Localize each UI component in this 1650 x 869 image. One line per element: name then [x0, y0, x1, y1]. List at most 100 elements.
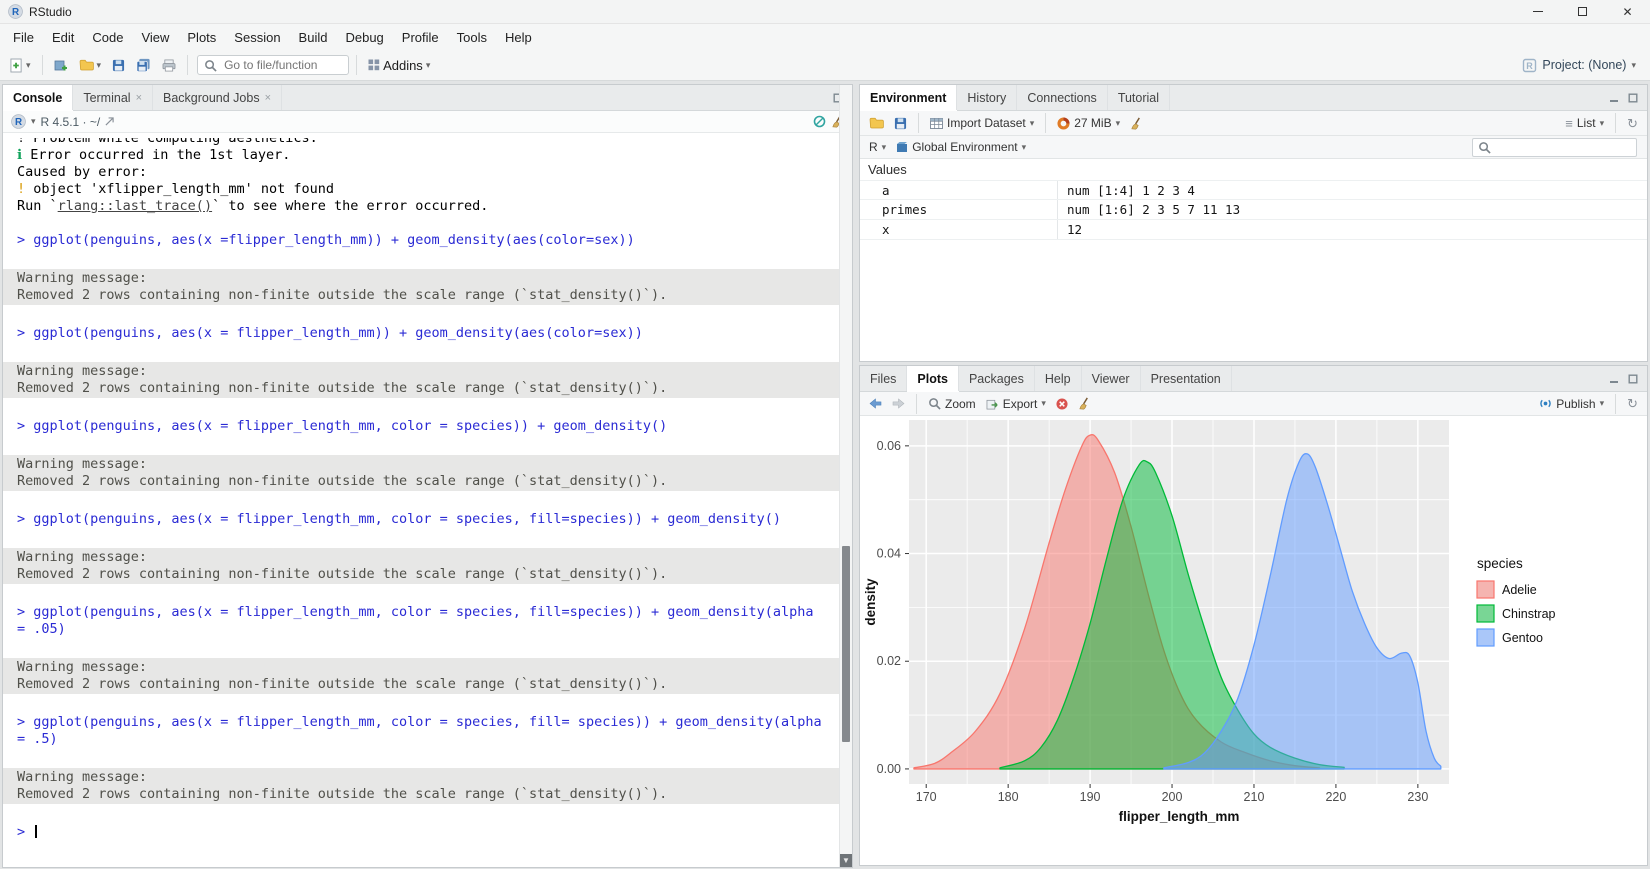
clear-plots-button[interactable] [1075, 395, 1094, 412]
environment-search-input[interactable] [1495, 139, 1625, 155]
plots-tab-plots[interactable]: Plots [907, 366, 959, 391]
minimize-pane-icon[interactable] [1609, 374, 1619, 384]
next-plot-button[interactable] [889, 396, 908, 411]
zoom-plot-button[interactable]: Zoom [925, 395, 979, 413]
list-view-button[interactable]: ≡ List ▾ [1562, 114, 1607, 132]
addins-label: Addins [383, 58, 423, 73]
tab-close-icon[interactable]: × [136, 92, 142, 104]
tab-close-icon[interactable]: × [265, 92, 271, 104]
console-tab-background-jobs[interactable]: Background Jobs × [153, 85, 282, 110]
goto-file-input[interactable] [222, 57, 340, 73]
y-tick-label: 0.02 [877, 654, 901, 668]
menu-help[interactable]: Help [496, 26, 541, 49]
refresh-environment-button[interactable]: ↻ [1624, 115, 1641, 132]
minimize-button[interactable] [1515, 0, 1560, 23]
console-warning-block: Warning message:Removed 2 rows containin… [3, 269, 852, 305]
x-tick-label: 200 [1162, 790, 1183, 804]
scrollbar-thumb[interactable] [842, 546, 850, 742]
caret-down-icon[interactable]: ▾ [31, 117, 36, 126]
error-bang-icon: ! [17, 181, 25, 197]
save-all-button[interactable] [132, 55, 155, 75]
plots-tab-packages[interactable]: Packages [959, 366, 1035, 391]
import-dataset-button[interactable]: Import Dataset ▾ [927, 114, 1037, 132]
plots-tab-presentation[interactable]: Presentation [1141, 366, 1232, 391]
console-command: > ggplot(penguins, aes(x = flipper_lengt… [3, 714, 852, 748]
print-button[interactable] [158, 56, 180, 75]
plots-tab-files[interactable]: Files [860, 366, 907, 391]
legend-label-chinstrap: Chinstrap [1502, 607, 1556, 621]
tab-label: Background Jobs [163, 91, 260, 105]
plots-tab-viewer[interactable]: Viewer [1082, 366, 1141, 391]
menu-tools[interactable]: Tools [448, 26, 496, 49]
menu-build[interactable]: Build [290, 26, 337, 49]
close-button[interactable]: ✕ [1605, 0, 1650, 23]
env-variable-list: anum [1:4] 1 2 3 4primesnum [1:6] 2 3 5 … [860, 180, 1647, 240]
environment-tab-history[interactable]: History [957, 85, 1017, 110]
environment-tab-environment[interactable]: Environment [860, 85, 957, 110]
console-tabbar: ConsoleTerminal× Background Jobs × [3, 85, 852, 111]
minimize-pane-icon[interactable] [1609, 93, 1619, 103]
memory-usage-label: 27 MiB [1074, 116, 1111, 130]
publish-button[interactable]: Publish ▾ [1536, 395, 1607, 413]
console-warning-line: Warning message: [17, 363, 827, 380]
export-plot-button[interactable]: Export ▾ [983, 395, 1049, 413]
environment-tab-tutorial[interactable]: Tutorial [1108, 85, 1170, 110]
console-scrollbar[interactable]: ▼ [839, 85, 852, 867]
memory-donut-icon [1057, 117, 1070, 130]
console-warning-block: Warning message:Removed 2 rows containin… [3, 455, 852, 491]
menu-file[interactable]: File [4, 26, 43, 49]
menu-session[interactable]: Session [225, 26, 289, 49]
console-warning-line: Removed 2 rows containing non-finite out… [17, 380, 827, 397]
plots-tabbar: Files PlotsPackagesHelpViewerPresentation [860, 366, 1647, 392]
session-suspend-icon[interactable] [813, 115, 826, 128]
menu-view[interactable]: View [132, 26, 178, 49]
clear-environment-button[interactable] [1127, 115, 1146, 132]
tab-label: Files [870, 372, 896, 386]
refresh-plot-button[interactable]: ↻ [1624, 395, 1641, 412]
new-file-button[interactable]: ▾ [6, 55, 35, 76]
variable-name: a [860, 181, 1058, 199]
menu-edit[interactable]: Edit [43, 26, 83, 49]
console-blank-line [3, 308, 852, 325]
open-file-button[interactable]: ▾ [75, 56, 106, 74]
environment-tab-connections[interactable]: Connections [1017, 85, 1108, 110]
variable-name: x [860, 220, 1058, 239]
console-tab-console[interactable]: Console [3, 85, 73, 110]
environment-search-box[interactable] [1472, 138, 1637, 157]
maximize-pane-icon[interactable] [1628, 374, 1638, 384]
menu-profile[interactable]: Profile [393, 26, 448, 49]
tab-label: Environment [870, 91, 946, 105]
console-tab-terminal[interactable]: Terminal× [73, 85, 153, 110]
caret-down-icon: ▾ [1600, 399, 1605, 408]
scroll-down-button[interactable]: ▼ [840, 854, 852, 867]
publish-label: Publish [1556, 397, 1595, 411]
menu-plots[interactable]: Plots [178, 26, 225, 49]
open-in-new-icon[interactable] [105, 117, 114, 126]
environment-pane: Environment HistoryConnections Tutorial Im… [859, 84, 1648, 362]
legend-label-adelie: Adelie [1502, 583, 1537, 597]
memory-usage-button[interactable]: 27 MiB ▾ [1054, 114, 1123, 132]
new-project-button[interactable] [50, 55, 72, 75]
environment-selector[interactable]: Global Environment ▾ [893, 138, 1029, 156]
toolbar-separator [356, 55, 357, 75]
previous-plot-button[interactable] [866, 396, 885, 411]
console-output[interactable]: ! Problem while computing aesthetics.ℹ E… [3, 133, 852, 867]
maximize-button[interactable] [1560, 0, 1605, 23]
maximize-pane-icon[interactable] [1628, 93, 1638, 103]
console-command: > ggplot(penguins, aes(x = flipper_lengt… [3, 325, 852, 342]
tab-label: Tutorial [1118, 91, 1159, 105]
goto-file-box[interactable] [197, 55, 349, 75]
last-trace-link[interactable]: rlang::last_trace() [58, 198, 212, 214]
save-button[interactable] [108, 56, 129, 75]
menu-code[interactable]: Code [83, 26, 132, 49]
save-workspace-button[interactable] [891, 115, 910, 132]
addins-button[interactable]: Addins ▾ [364, 55, 434, 76]
plots-pane-controls [1600, 366, 1647, 391]
project-menu-button[interactable]: R Project: (None) ▾ [1522, 58, 1644, 73]
load-workspace-button[interactable] [866, 115, 887, 131]
language-selector[interactable]: R ▾ [866, 138, 889, 156]
menu-debug[interactable]: Debug [336, 26, 392, 49]
plots-tab-help[interactable]: Help [1035, 366, 1082, 391]
remove-plot-button[interactable] [1053, 396, 1071, 412]
workspace: ConsoleTerminal×Background Jobs× R ▾ R 4… [0, 81, 1650, 869]
